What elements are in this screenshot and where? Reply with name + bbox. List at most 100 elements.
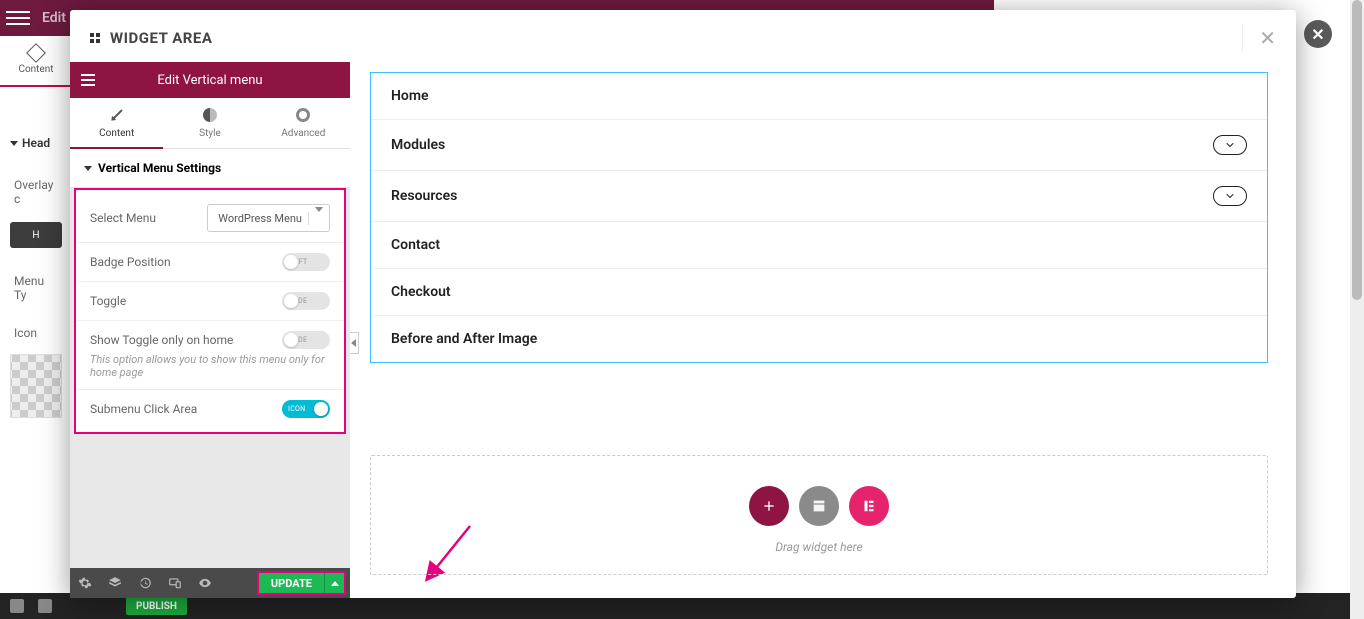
setting-toggle: Toggle HIDE [76,282,344,321]
contrast-icon [203,108,217,122]
collapse-handle[interactable] [350,332,359,354]
bg-section-header[interactable]: Head [10,136,62,150]
settings-box-highlight: Select Menu WordPress Menu Badge Positio… [74,188,346,434]
grid-icon[interactable] [314,74,350,87]
setting-submenu-click: Submenu Click Area ICON [76,390,344,428]
bg-scroll-thumb[interactable] [1352,0,1362,300]
tab-content[interactable]: Content [70,98,163,149]
add-section-button[interactable] [749,486,789,526]
bg-icon-label: Icon [10,318,62,348]
menu-item[interactable]: Resources [371,171,1267,222]
gear-icon[interactable] [10,599,24,613]
setting-badge-position: Badge Position LEFT [76,243,344,282]
dropzone-hint: Drag widget here [775,540,862,554]
menu-item-label: Modules [391,137,445,153]
select-menu-dropdown[interactable]: WordPress Menu [207,204,330,232]
toggle-knob [284,294,298,308]
sidebar-topbar: Edit Vertical menu [70,62,350,98]
hamburger-icon[interactable] [70,74,106,86]
bg-left-panel: Content Head Overlay c H Menu Ty Icon [0,36,72,593]
bg-icon-preview[interactable] [10,354,62,418]
vertical-menu-preview: Home Modules Resources Contact Checkout Befor… [370,72,1268,363]
modal-body: Edit Vertical menu Content Style Advance… [70,62,1296,598]
chevron-down-icon [10,141,18,146]
bg-left-content: Head Overlay c H Menu Ty Icon [0,126,72,428]
close-icon[interactable]: ✕ [1242,24,1276,52]
bg-section-label: Head [22,136,50,150]
add-template-button[interactable] [799,486,839,526]
toggle-option-label: Toggle [90,294,126,308]
toggle-knob [284,255,298,269]
menu-item-label: Home [391,88,429,104]
menu-item[interactable]: Before and After Image [371,316,1267,362]
tab-style[interactable]: Style [163,98,256,149]
bg-content-tab[interactable]: Content [0,36,72,85]
update-dropdown-button[interactable] [324,573,344,593]
sidebar-title: Edit Vertical menu [106,73,314,88]
bg-menutype-label: Menu Ty [10,266,62,310]
toggle-knob [314,402,328,416]
menu-item[interactable]: Checkout [371,269,1267,316]
submenu-click-switch[interactable]: ICON [282,400,330,418]
bg-close-button[interactable]: ✕ [1304,20,1332,48]
add-elementskit-button[interactable] [849,486,889,526]
gear-icon [296,108,310,122]
sidebar-tabs: Content Style Advanced [70,98,350,149]
caret-down-icon [84,166,92,171]
toggle-knob [284,333,298,347]
expand-icon[interactable] [1213,135,1247,155]
modal-title: WIDGET AREA [110,29,212,47]
layers-icon[interactable] [38,599,52,613]
chevron-down-icon [308,212,323,225]
history-icon[interactable] [130,576,160,590]
responsive-icon[interactable] [160,576,190,590]
sidebar-footer: UPDATE [70,568,350,598]
select-menu-value: WordPress Menu [218,212,302,225]
widget-dropzone[interactable]: Drag widget here [370,455,1268,575]
submenu-click-label: Submenu Click Area [90,402,197,416]
expand-icon[interactable] [1213,186,1247,206]
menu-item-label: Before and After Image [391,331,537,347]
modal-header: WIDGET AREA ✕ [70,10,1296,62]
show-toggle-home-label: Show Toggle only on home [90,333,233,347]
widget-area-modal: WIDGET AREA ✕ Edit Vertical menu Content… [70,10,1296,598]
menu-item[interactable]: Home [371,73,1267,120]
update-button[interactable]: UPDATE [259,573,324,593]
layers-icon[interactable] [100,576,130,590]
setting-show-toggle-home: Show Toggle only on home HIDE [76,321,344,353]
tab-style-label: Style [199,128,221,139]
elementor-icon [90,33,100,43]
setting-help-text: This option allows you to show this menu… [76,353,344,390]
setting-select-menu: Select Menu WordPress Menu [76,194,344,243]
badge-position-toggle[interactable]: LEFT [282,253,330,271]
section-title: Vertical Menu Settings [98,161,221,175]
gear-icon[interactable] [70,576,100,590]
dropzone-actions [749,486,889,526]
menu-item[interactable]: Modules [371,120,1267,171]
bg-overlay-label: Overlay c [10,170,62,214]
caret-up-icon [331,581,339,586]
caret-left-icon [351,339,356,347]
menu-item[interactable]: Contact [371,222,1267,269]
pencil-icon [26,43,46,63]
toggle-option-switch[interactable]: HIDE [282,292,330,310]
preview-area: Home Modules Resources Contact Checkout Befor… [350,62,1296,598]
pencil-icon [107,105,127,125]
eye-icon[interactable] [190,576,220,590]
menu-item-label: Resources [391,188,457,204]
hamburger-icon[interactable] [6,6,30,30]
menu-item-label: Checkout [391,284,451,300]
show-toggle-home-switch[interactable]: HIDE [282,331,330,349]
bg-active-underline [0,85,72,87]
bg-content-tab-label: Content [18,64,53,75]
editor-sidebar: Edit Vertical menu Content Style Advance… [70,62,350,598]
menu-item-label: Contact [391,237,440,253]
section-header[interactable]: Vertical Menu Settings [70,149,350,188]
bg-publish-button[interactable]: PUBLISH [126,597,187,615]
tab-content-label: Content [99,128,134,139]
tab-advanced[interactable]: Advanced [257,98,350,149]
bg-option-button[interactable]: H [10,222,62,248]
bg-scrollbar[interactable] [1350,0,1364,619]
badge-position-label: Badge Position [90,255,171,269]
update-button-group: UPDATE [257,571,346,595]
